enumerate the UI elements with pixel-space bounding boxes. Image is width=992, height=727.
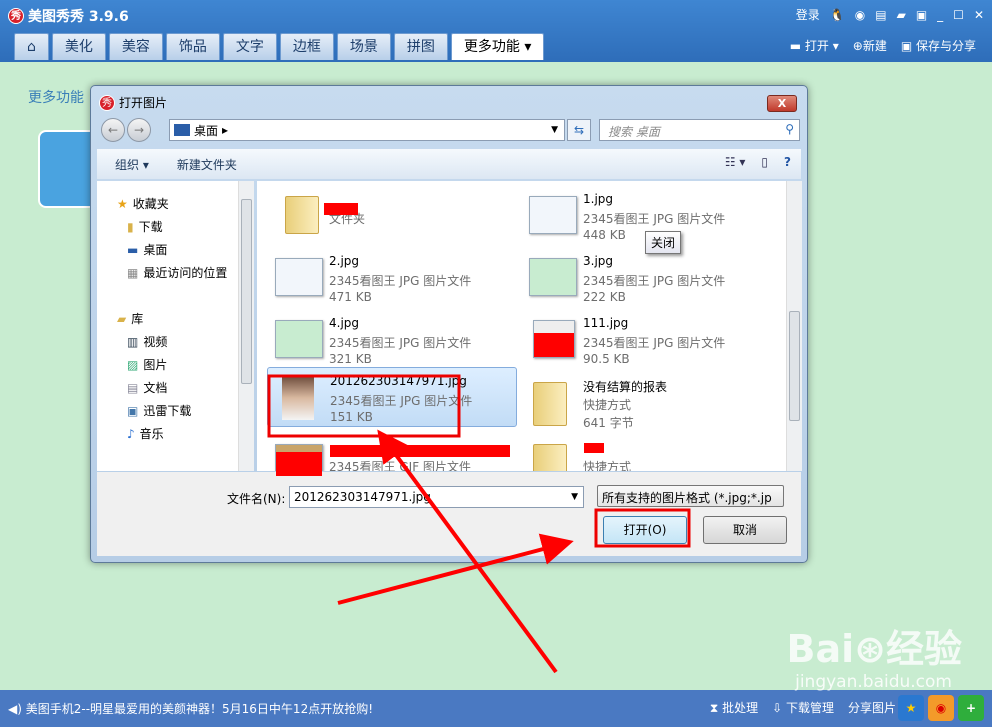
batch-label: 批处理	[722, 701, 759, 715]
batch-button[interactable]: ⧗ 批处理	[710, 699, 758, 716]
highlight-box-file	[267, 374, 461, 438]
batch-icon: ⧗	[709, 701, 723, 715]
speaker-icon: ◀)	[8, 702, 26, 716]
social-icons: ★ ◉ +	[898, 695, 984, 721]
weibo-icon[interactable]: ◉	[928, 695, 954, 721]
news-text: 美图手机2--明星最爱用的美颜神器！5月16日中午12点开放抢购!	[25, 702, 374, 716]
watermark-url: jingyan.baidu.com	[795, 672, 952, 692]
baidu-watermark: Bai⊛经验	[786, 627, 962, 671]
download-manager-button[interactable]: ⇩ 下载管理	[772, 699, 834, 716]
qzone-icon[interactable]: ★	[898, 695, 924, 721]
status-bar: ◀) 美图手机2--明星最爱用的美颜神器！5月16日中午12点开放抢购! ⧗ 批…	[0, 690, 992, 727]
add-icon[interactable]: +	[958, 695, 984, 721]
highlight-box-open	[594, 508, 691, 548]
downloads-label: 下载管理	[785, 701, 834, 715]
share-image-button[interactable]: 分享图片	[848, 699, 896, 716]
download-icon: ⇩	[772, 701, 786, 715]
news-ticker[interactable]: ◀) 美图手机2--明星最爱用的美颜神器！5月16日中午12点开放抢购!	[8, 700, 373, 717]
arrow-to-open	[337, 533, 574, 605]
status-tools: ⧗ 批处理 ⇩ 下载管理 分享图片	[710, 699, 896, 716]
